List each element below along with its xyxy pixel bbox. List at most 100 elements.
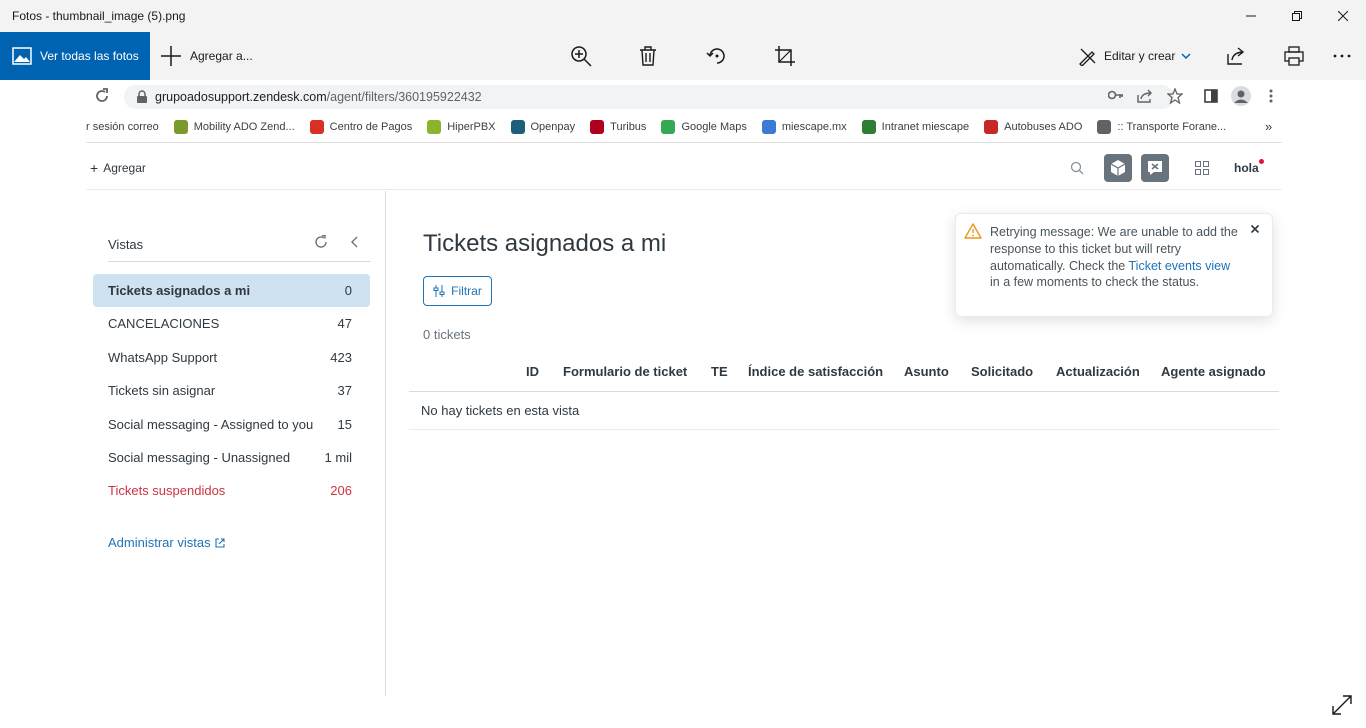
- key-icon[interactable]: [1108, 90, 1124, 100]
- view-count: 206: [330, 483, 352, 499]
- bookmark-item[interactable]: Autobuses ADO: [984, 120, 1082, 134]
- bookmark-item[interactable]: miescape.mx: [761, 120, 847, 134]
- rotate-button[interactable]: [705, 44, 729, 68]
- column-header[interactable]: Formulario de ticket: [563, 364, 687, 379]
- product-box-button[interactable]: [1104, 154, 1132, 182]
- bookmark-favicon-icon: [861, 120, 876, 134]
- grid-icon: [1195, 161, 1209, 175]
- messaging-button[interactable]: [1141, 154, 1169, 182]
- bookmark-item[interactable]: Centro de Pagos: [309, 120, 412, 134]
- profile-icon: [1231, 86, 1251, 106]
- collapse-sidebar-button[interactable]: [350, 236, 360, 248]
- filter-button[interactable]: Filtrar: [423, 276, 492, 306]
- edit-create-label: Editar y crear: [1104, 49, 1176, 63]
- zoom-in-button[interactable]: [569, 44, 593, 68]
- column-header[interactable]: Índice de satisfacción: [748, 364, 883, 379]
- bookmark-label: r sesión correo: [86, 121, 159, 133]
- delete-button[interactable]: [636, 44, 660, 68]
- minimize-icon: [1246, 15, 1256, 17]
- bookmark-item[interactable]: HiperPBX: [427, 120, 496, 134]
- print-button[interactable]: [1282, 44, 1306, 68]
- column-header[interactable]: ID: [526, 364, 539, 379]
- view-count: 0: [344, 283, 352, 298]
- crop-button[interactable]: [773, 44, 797, 68]
- share-page-icon[interactable]: [1137, 89, 1153, 103]
- column-header[interactable]: Agente asignado: [1161, 364, 1266, 379]
- view-item[interactable]: Tickets suspendidos 206: [93, 474, 370, 507]
- minimize-button[interactable]: [1228, 0, 1274, 32]
- bookmark-item[interactable]: r sesión correo: [86, 121, 159, 133]
- bookmark-item[interactable]: Turibus: [590, 120, 646, 134]
- view-label: CANCELACIONES: [108, 316, 220, 332]
- close-button[interactable]: [1320, 0, 1366, 32]
- refresh-icon: [315, 235, 327, 248]
- view-item[interactable]: Tickets sin asignar 37: [93, 374, 370, 407]
- ticket-events-link[interactable]: Ticket events view: [1129, 259, 1231, 273]
- view-label: Tickets suspendidos: [108, 483, 226, 499]
- bookmark-item[interactable]: Intranet miescape: [861, 120, 969, 134]
- user-menu-button[interactable]: hola: [1234, 159, 1264, 175]
- column-header[interactable]: Asunto: [904, 364, 949, 379]
- view-item[interactable]: WhatsApp Support 423: [93, 341, 370, 374]
- column-header[interactable]: TE: [711, 364, 728, 379]
- view-item[interactable]: CANCELACIONES 47: [93, 307, 370, 340]
- column-header[interactable]: Solicitado: [971, 364, 1033, 379]
- restore-icon: [1292, 11, 1302, 21]
- column-header[interactable]: Actualización: [1056, 364, 1140, 379]
- filter-label: Filtrar: [451, 284, 482, 298]
- crop-icon: [775, 46, 795, 66]
- bookmark-item[interactable]: :: Transporte Forane...: [1097, 120, 1226, 134]
- share-button[interactable]: [1224, 44, 1248, 68]
- photos-toolbar: Ver todas las fotos Agregar a... Editar …: [0, 32, 1366, 80]
- bookmark-label: Openpay: [530, 121, 576, 133]
- bookmark-item[interactable]: Mobility ADO Zend...: [173, 120, 295, 134]
- print-icon: [1284, 46, 1304, 66]
- notification-dot: [1258, 159, 1264, 164]
- view-item[interactable]: Social messaging - Assigned to you 15: [93, 408, 370, 441]
- bookmark-star-icon[interactable]: [1167, 88, 1183, 104]
- restore-button[interactable]: [1274, 0, 1320, 32]
- zendesk-header: + Agregar hola: [86, 144, 1282, 190]
- refresh-views-button[interactable]: [314, 235, 328, 249]
- manage-views-label: Administrar vistas: [108, 535, 211, 550]
- retry-notification: Retrying message: We are unable to add t…: [955, 213, 1273, 317]
- bookmark-item[interactable]: Openpay: [510, 120, 576, 134]
- add-to-button[interactable]: Agregar a...: [160, 32, 253, 80]
- side-panel-icon[interactable]: [1204, 89, 1218, 103]
- search-button[interactable]: [1063, 154, 1091, 182]
- bookmarks-overflow-icon[interactable]: »: [1265, 119, 1272, 134]
- reload-button[interactable]: [94, 88, 110, 104]
- url-field[interactable]: grupoadosupport.zendesk.com/agent/filter…: [124, 85, 1174, 109]
- bookmark-favicon-icon: [761, 120, 776, 134]
- view-count: 37: [337, 383, 352, 399]
- fullscreen-icon[interactable]: [1330, 693, 1354, 717]
- all-photos-button[interactable]: Ver todas las fotos: [0, 32, 150, 80]
- view-item[interactable]: Tickets asignados a mi 0: [93, 274, 370, 307]
- view-label: Tickets sin asignar: [108, 383, 216, 399]
- address-bar-row: grupoadosupport.zendesk.com/agent/filter…: [86, 80, 1282, 112]
- add-to-label: Agregar a...: [190, 49, 253, 63]
- browser-window: grupoadosupport.zendesk.com/agent/filter…: [86, 80, 1282, 696]
- bookmarks-bar: r sesión correo Mobility ADO Zend... Centr…: [86, 114, 1282, 140]
- browser-menu-icon[interactable]: [1269, 89, 1273, 103]
- profile-avatar[interactable]: [1231, 86, 1251, 106]
- close-icon[interactable]: [1248, 222, 1262, 236]
- page-title: Tickets asignados a mi: [423, 230, 667, 257]
- bookmark-favicon-icon: [984, 120, 999, 134]
- bookmark-label: Autobuses ADO: [1004, 121, 1083, 133]
- view-label: Tickets asignados a mi: [108, 283, 251, 298]
- reload-icon: [96, 88, 108, 102]
- chat-x-icon: [1148, 161, 1162, 175]
- bookmark-label: Mobility ADO Zend...: [193, 121, 295, 133]
- manage-views-link[interactable]: Administrar vistas: [108, 535, 225, 550]
- more-button[interactable]: [1330, 44, 1354, 68]
- bookmark-favicon-icon: [427, 120, 442, 134]
- bookmark-item[interactable]: Google Maps: [661, 120, 747, 134]
- apps-button[interactable]: [1188, 154, 1216, 182]
- bookmark-favicon-icon: [1097, 120, 1112, 134]
- edit-create-button[interactable]: Editar y crear: [1078, 32, 1191, 80]
- divider: [86, 142, 1282, 143]
- url-host: grupoadosupport.zendesk.com: [155, 90, 327, 104]
- view-item[interactable]: Social messaging - Unassigned 1 mil: [93, 441, 370, 474]
- add-ticket-button[interactable]: + Agregar: [90, 160, 146, 176]
